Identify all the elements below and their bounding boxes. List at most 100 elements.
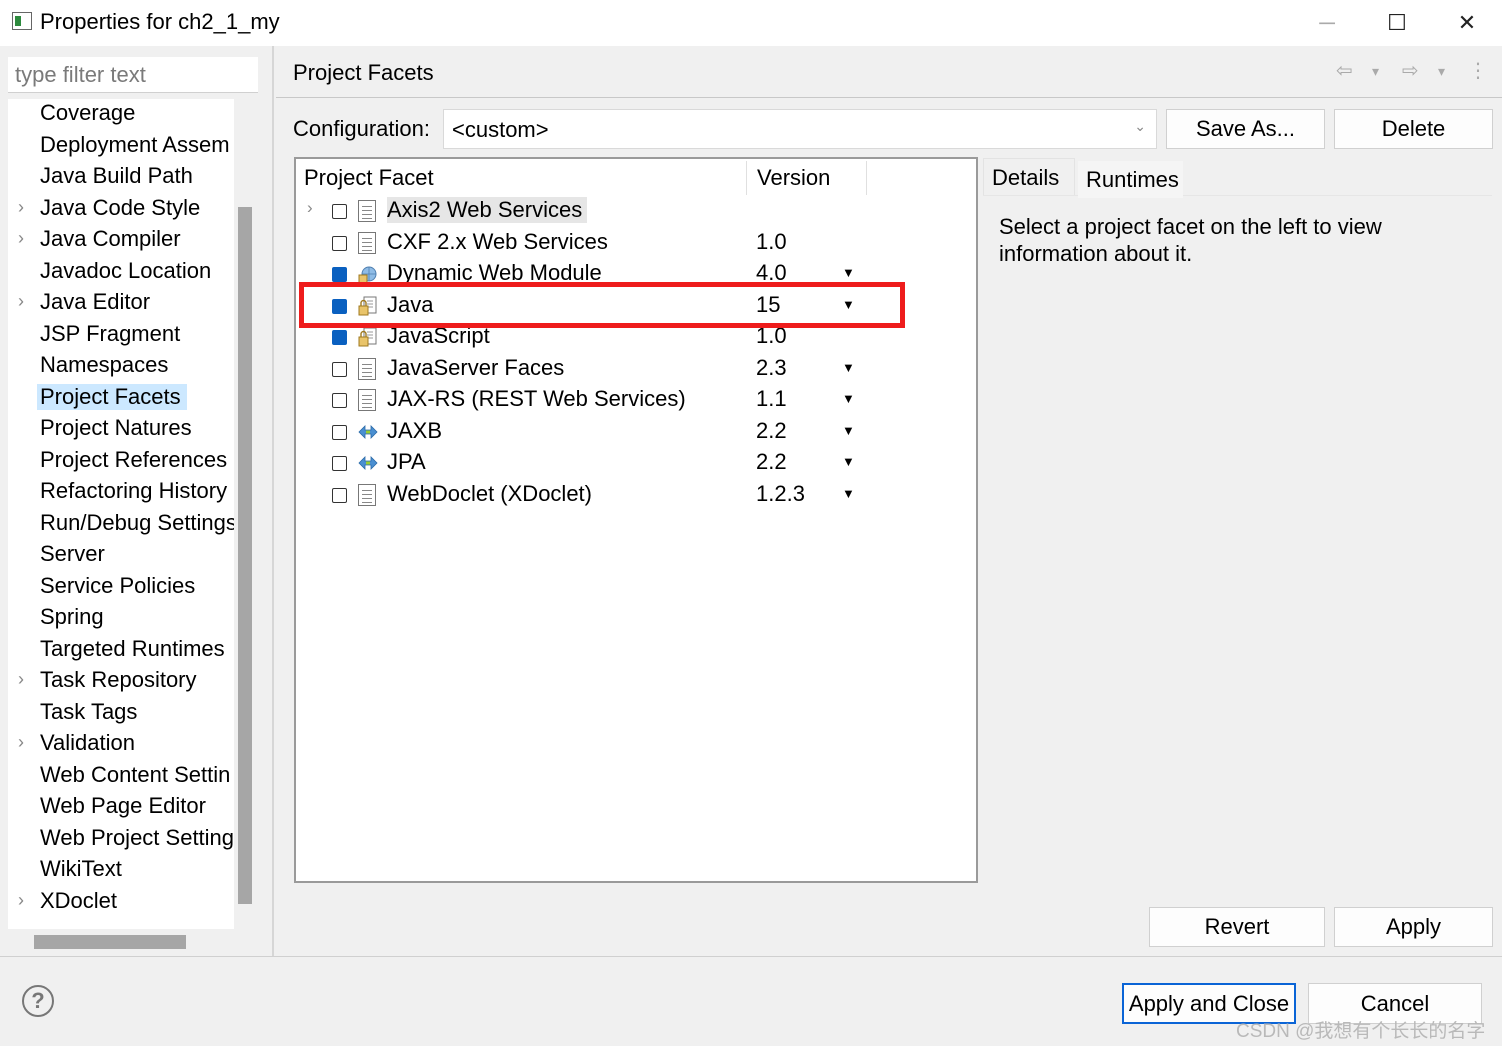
column-header-version[interactable]: Version	[757, 159, 830, 197]
facet-checkbox[interactable]	[332, 361, 347, 377]
nav-item[interactable]: Web Content Settin	[8, 761, 234, 792]
nav-item[interactable]: Java Build Path	[8, 162, 234, 193]
nav-item[interactable]: Server	[8, 540, 234, 571]
version-dropdown-icon[interactable]: ▼	[842, 454, 855, 469]
nav-item-label: Java Code Style	[40, 194, 201, 220]
configuration-value: <custom>	[452, 117, 549, 142]
facet-version[interactable]: 1.1	[756, 386, 787, 412]
nav-item[interactable]: Deployment Assem	[8, 131, 234, 162]
tab-runtimes[interactable]: Runtimes	[1078, 161, 1183, 198]
facet-checkbox[interactable]	[332, 487, 347, 503]
column-header-facet[interactable]: Project Facet	[304, 159, 434, 197]
nav-horizontal-scroll-thumb[interactable]	[34, 935, 186, 949]
footer-divider	[0, 956, 1502, 957]
chevron-right-icon[interactable]: ›	[18, 669, 24, 690]
nav-item[interactable]: Coverage	[8, 99, 234, 130]
facet-name: JAXB	[387, 417, 443, 443]
version-dropdown-icon[interactable]: ▼	[842, 391, 855, 406]
nav-item-label: Task Repository	[40, 667, 197, 692]
facet-checkbox[interactable]	[332, 424, 347, 440]
nav-item-label: Web Project Setting	[40, 824, 234, 850]
apply-button[interactable]: Apply	[1334, 907, 1493, 947]
nav-item[interactable]: Web Project Setting	[8, 824, 234, 855]
minimize-button[interactable]: ─	[1292, 0, 1362, 46]
nav-vertical-scroll-thumb[interactable]	[238, 207, 252, 904]
nav-item[interactable]: › Validation	[8, 729, 234, 760]
version-dropdown-icon[interactable]: ▼	[842, 423, 855, 438]
tab-details[interactable]: Details	[983, 158, 1075, 195]
nav-item[interactable]: Spring	[8, 603, 234, 634]
nav-item[interactable]: Run/Debug Settings	[8, 509, 234, 540]
nav-item[interactable]: Project Natures	[8, 414, 234, 445]
details-text: Select a project facet on the left to vi…	[999, 214, 1382, 266]
facet-row[interactable]: › Axis2 Web Services	[296, 196, 976, 227]
column-separator	[746, 161, 747, 195]
nav-item[interactable]: › Java Code Style	[8, 194, 234, 225]
facet-checkbox[interactable]	[332, 393, 347, 408]
chevron-right-icon[interactable]: ›	[18, 890, 24, 911]
facet-row[interactable]: JAX-RS (REST Web Services) 1.1 ▼	[296, 385, 976, 416]
facet-checkbox[interactable]	[332, 330, 347, 345]
filter-input[interactable]: type filter text	[8, 57, 258, 93]
chevron-right-icon[interactable]: ›	[18, 197, 24, 218]
nav-item[interactable]: Web Page Editor	[8, 792, 234, 823]
nav-item[interactable]: › Java Editor	[8, 288, 234, 319]
help-icon[interactable]: ?	[22, 985, 54, 1017]
chevron-right-icon[interactable]: ›	[307, 198, 313, 218]
history-navigation: ⇦ ▾ ⇨ ▾ ⋮	[1336, 58, 1488, 88]
save-as-button[interactable]: Save As...	[1166, 109, 1325, 149]
facet-row[interactable]: CXF 2.x Web Services 1.0	[296, 228, 976, 259]
configuration-combo[interactable]: <custom> ⌄	[443, 109, 1157, 149]
nav-item[interactable]: › Java Compiler	[8, 225, 234, 256]
close-button[interactable]: ✕	[1432, 0, 1502, 46]
nav-item[interactable]: Task Tags	[8, 698, 234, 729]
nav-item-label: Javadoc Location	[40, 257, 212, 283]
facet-row[interactable]: JAXB 2.2 ▼	[296, 417, 976, 448]
back-dropdown-icon[interactable]: ▾	[1372, 63, 1379, 80]
facets-table: Project Facet Version › Axis2 Web Service…	[294, 157, 978, 883]
facet-row[interactable]: JavaServer Faces 2.3 ▼	[296, 354, 976, 385]
delete-button[interactable]: Delete	[1334, 109, 1493, 149]
nav-item[interactable]: WikiText	[8, 855, 234, 886]
version-dropdown-icon[interactable]: ▼	[842, 360, 855, 375]
chevron-right-icon[interactable]: ›	[18, 228, 24, 249]
document-icon	[358, 357, 376, 380]
maximize-button[interactable]: ☐	[1362, 0, 1432, 46]
forward-arrow-icon[interactable]: ⇨	[1402, 58, 1419, 83]
facet-version[interactable]: 2.2	[756, 449, 787, 475]
nav-item[interactable]: Namespaces	[8, 351, 234, 382]
nav-item[interactable]: Refactoring History	[8, 477, 234, 508]
facet-row[interactable]: JPA 2.2 ▼	[296, 448, 976, 479]
nav-item[interactable]: Javadoc Location	[8, 257, 234, 288]
nav-item[interactable]: Service Policies	[8, 572, 234, 603]
app-icon	[12, 12, 32, 30]
back-arrow-icon[interactable]: ⇦	[1336, 58, 1353, 83]
nav-item[interactable]: JSP Fragment	[8, 320, 234, 351]
facet-row[interactable]: WebDoclet (XDoclet) 1.2.3 ▼	[296, 480, 976, 511]
nav-item[interactable]: Project References	[8, 446, 234, 477]
view-menu-icon[interactable]: ⋮	[1468, 58, 1488, 83]
nav-item[interactable]: › XDoclet	[8, 887, 234, 918]
version-dropdown-icon[interactable]: ▼	[842, 486, 855, 501]
nav-item[interactable]: Targeted Runtimes	[8, 635, 234, 666]
page-title: Project Facets	[293, 60, 434, 85]
forward-dropdown-icon[interactable]: ▾	[1438, 63, 1445, 80]
facet-version[interactable]: 2.3	[756, 355, 787, 381]
facet-checkbox[interactable]	[332, 267, 347, 282]
facet-checkbox[interactable]	[332, 456, 347, 471]
revert-button[interactable]: Revert	[1149, 907, 1325, 947]
nav-item-label: XDoclet	[40, 887, 118, 913]
nav-item[interactable]: › Task Repository	[8, 666, 234, 697]
facet-checkbox[interactable]	[332, 235, 347, 251]
document-icon	[358, 231, 376, 254]
facet-name: JPA	[387, 449, 426, 474]
chevron-right-icon[interactable]: ›	[18, 732, 24, 753]
chevron-right-icon[interactable]: ›	[18, 291, 24, 312]
nav-item[interactable]: Project Facets	[8, 383, 234, 414]
facet-version[interactable]: 2.2	[756, 418, 787, 444]
version-dropdown-icon[interactable]: ▼	[842, 265, 855, 280]
facet-version[interactable]: 1.2.3	[756, 481, 805, 507]
facet-checkbox[interactable]	[332, 204, 347, 219]
panel-divider[interactable]	[272, 46, 274, 956]
facet-version[interactable]: 1.0	[756, 229, 787, 255]
